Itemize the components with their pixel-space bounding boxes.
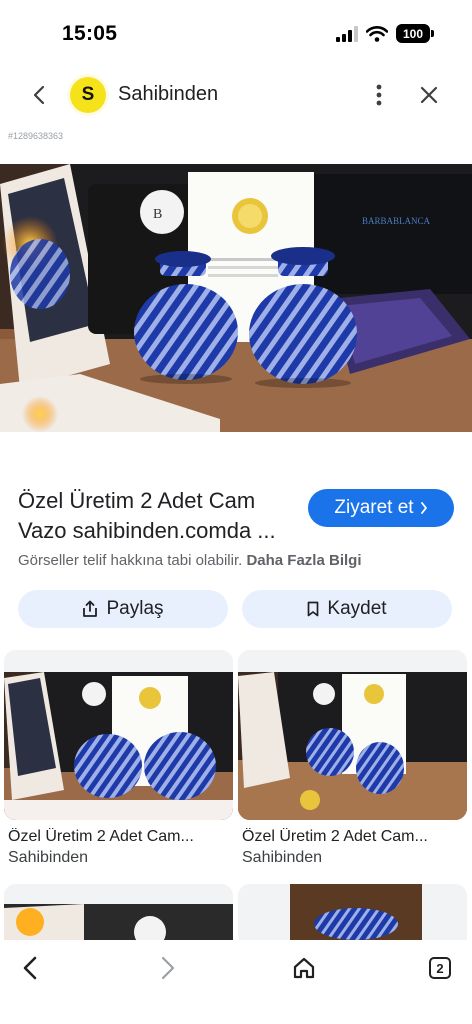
box-brand-text: BARBABLANCA: [362, 216, 431, 226]
result-title[interactable]: Özel Üretim 2 Adet Cam Vazo sahibinden.c…: [18, 486, 298, 546]
related-thumbnail: [238, 650, 467, 820]
related-title: Özel Üretim 2 Adet Cam...: [8, 828, 194, 845]
share-button[interactable]: Paylaş: [18, 590, 228, 628]
related-thumbnail: [4, 650, 233, 820]
battery-level: 100: [402, 26, 424, 41]
home-icon: [293, 957, 315, 979]
browser-forward-button[interactable]: [146, 946, 190, 990]
image-viewer-page: 15:05 100 S Sahibinden #1289638363 BARBA…: [0, 0, 472, 1024]
site-logo: S: [70, 77, 106, 113]
copyright-notice: Görseller telif hakkına tabi olabilir. D…: [18, 552, 361, 569]
bookmark-icon: [308, 601, 319, 617]
more-options-button[interactable]: [364, 78, 394, 112]
status-icons: 100: [336, 24, 434, 43]
status-time: 15:05: [62, 22, 118, 45]
related-card[interactable]: Özel Üretim 2 Adet Cam... Sahibinden: [4, 650, 233, 867]
related-source: Sahibinden: [242, 849, 323, 866]
tabs-count: 2: [436, 960, 444, 976]
main-image[interactable]: BARBABLANCA B: [0, 164, 472, 432]
home-button[interactable]: [282, 946, 326, 990]
chevron-left-icon: [33, 85, 45, 105]
image-id-label: #1289638363: [8, 131, 64, 141]
wifi-icon: [366, 25, 388, 42]
save-button[interactable]: Kaydet: [242, 590, 452, 628]
related-thumbnail-partial[interactable]: [238, 884, 467, 944]
close-icon: [420, 86, 438, 104]
more-info-link[interactable]: Daha Fazla Bilgi: [246, 552, 361, 569]
vase-photo: BARBABLANCA B: [0, 164, 472, 432]
save-button-label: Kaydet: [327, 598, 387, 619]
chevron-right-icon: [161, 956, 175, 980]
more-vertical-icon: [376, 84, 382, 106]
share-button-label: Paylaş: [106, 598, 164, 619]
tabs-button[interactable]: 2: [418, 946, 462, 990]
visit-button[interactable]: Ziyaret et: [308, 489, 454, 527]
site-logo-letter: S: [81, 84, 95, 105]
related-thumbnail-partial[interactable]: [4, 884, 233, 944]
site-name: Sahibinden: [118, 83, 219, 105]
chevron-right-icon: [420, 502, 427, 514]
related-source: Sahibinden: [8, 849, 89, 866]
battery-icon: 100: [396, 24, 434, 43]
status-bar: 15:05 100: [0, 0, 472, 64]
copyright-text: Görseller telif hakkına tabi olabilir.: [18, 552, 243, 569]
share-icon: [83, 600, 98, 617]
viewer-header: S Sahibinden: [0, 70, 472, 120]
related-card[interactable]: Özel Üretim 2 Adet Cam... Sahibinden: [238, 650, 467, 867]
related-title: Özel Üretim 2 Adet Cam...: [242, 828, 428, 845]
chevron-left-icon: [23, 956, 37, 980]
visit-button-label: Ziyaret et: [334, 497, 414, 518]
svg-text:B: B: [153, 207, 162, 222]
bottom-navigation: 2: [0, 940, 472, 1024]
signal-icon: [336, 25, 358, 42]
browser-back-button[interactable]: [8, 946, 52, 990]
close-button[interactable]: [412, 78, 446, 112]
tabs-icon: 2: [429, 957, 451, 979]
back-button[interactable]: [22, 78, 56, 112]
